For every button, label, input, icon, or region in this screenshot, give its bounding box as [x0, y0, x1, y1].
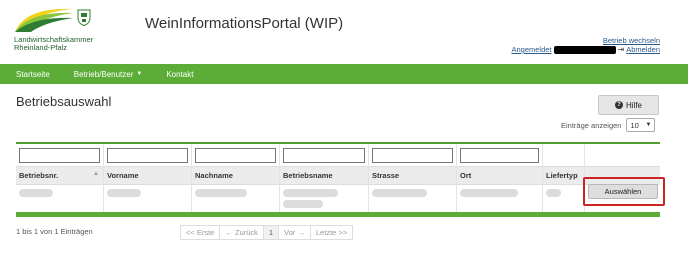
- filter-row: [16, 144, 660, 166]
- logo-text-line2: Rheinland-Pfalz: [14, 43, 67, 52]
- pager-page-1[interactable]: 1: [262, 225, 280, 240]
- crest-icon: [77, 9, 91, 26]
- pager-prev[interactable]: ← Zurück: [219, 225, 264, 240]
- filter-ort-input[interactable]: [460, 148, 539, 163]
- column-header-vorname[interactable]: Vorname: [104, 167, 192, 184]
- pager-last[interactable]: Letzte >>: [309, 225, 354, 240]
- caret-down-icon: ▼: [136, 71, 143, 78]
- auswaehlen-button[interactable]: Auswählen: [588, 184, 658, 199]
- pager-first[interactable]: << Erste: [180, 225, 221, 240]
- logo-swoosh-icon: [15, 8, 73, 32]
- highlight-box: Auswählen: [583, 177, 665, 206]
- sort-asc-icon: ▲: [93, 171, 99, 177]
- nav-item-betrieb-benutzer[interactable]: Betrieb/Benutzer ▼: [74, 70, 143, 79]
- column-header-ort[interactable]: Ort: [457, 167, 543, 184]
- blurred-nachname: [195, 189, 247, 197]
- nav-item-kontakt[interactable]: Kontakt: [166, 70, 193, 79]
- page-title: Betriebsauswahl: [16, 94, 112, 109]
- blurred-betriebsname: [283, 189, 338, 197]
- logout-icon[interactable]: ⇥: [618, 45, 625, 54]
- entries-control: Einträge anzeigen 10 ▼: [561, 118, 656, 132]
- question-icon: ?: [614, 101, 623, 109]
- nav-item-label: Betrieb/Benutzer: [73, 69, 134, 79]
- lwk-logo[interactable]: Landwirtschaftskammer Rheinland-Pfalz: [13, 6, 97, 56]
- betriebe-table: Betriebsnr. ▲ Vorname Nachname Betriebsna…: [16, 142, 660, 217]
- app-title: WeinInformationsPortal (WIP): [145, 15, 344, 32]
- help-button-label: Hilfe: [625, 100, 642, 110]
- filter-betriebsname-input[interactable]: [283, 148, 365, 163]
- help-button[interactable]: ? Hilfe: [598, 95, 659, 115]
- column-header-nachname[interactable]: Nachname: [192, 167, 280, 184]
- redacted-username: [553, 45, 616, 54]
- filter-strasse-input[interactable]: [372, 148, 453, 163]
- abmelden-link[interactable]: Abmelden: [626, 45, 660, 54]
- blurred-strasse: [372, 189, 427, 197]
- blurred-betriebsname-2: [283, 200, 323, 208]
- column-header-strasse[interactable]: Strasse: [369, 167, 457, 184]
- pagination: << Erste ← Zurück 1 Vor → Letzte >>: [180, 225, 354, 240]
- blurred-liefertyp: [546, 189, 561, 197]
- page-header: Landwirtschaftskammer Rheinland-Pfalz We…: [0, 0, 688, 62]
- pager-next[interactable]: Vor →: [278, 225, 311, 240]
- table-row: [16, 185, 660, 212]
- table-header-row: Betriebsnr. ▲ Vorname Nachname Betriebsna…: [16, 166, 660, 185]
- main-navbar: Startseite Betrieb/Benutzer ▼ Kontakt: [0, 64, 688, 84]
- entries-select[interactable]: 10 ▼: [626, 118, 656, 132]
- user-area: Betrieb wechseln Angemeldet ⇥ Abmelden: [511, 36, 660, 54]
- column-header-betriebsname[interactable]: Betriebsname: [280, 167, 369, 184]
- blurred-ort: [460, 189, 518, 197]
- entries-label: Einträge anzeigen: [561, 120, 622, 130]
- blurred-betriebsnr: [19, 189, 53, 197]
- filter-betriebsnr-input[interactable]: [19, 148, 100, 163]
- table-bottom-border: [16, 212, 660, 217]
- nav-item-startseite[interactable]: Startseite: [16, 70, 50, 79]
- chevron-down-icon: ▼: [645, 122, 652, 128]
- column-header-liefertyp[interactable]: Liefertyp: [543, 167, 585, 184]
- column-header-betriebsnr[interactable]: Betriebsnr. ▲: [16, 167, 104, 184]
- filter-nachname-input[interactable]: [195, 148, 276, 163]
- betrieb-wechseln-link[interactable]: Betrieb wechseln: [603, 36, 660, 45]
- table-info: 1 bis 1 von 1 Einträgen: [16, 227, 93, 236]
- entries-select-value: 10: [630, 120, 639, 130]
- angemeldet-link[interactable]: Angemeldet: [511, 45, 551, 54]
- blurred-vorname: [107, 189, 141, 197]
- filter-vorname-input[interactable]: [107, 148, 188, 163]
